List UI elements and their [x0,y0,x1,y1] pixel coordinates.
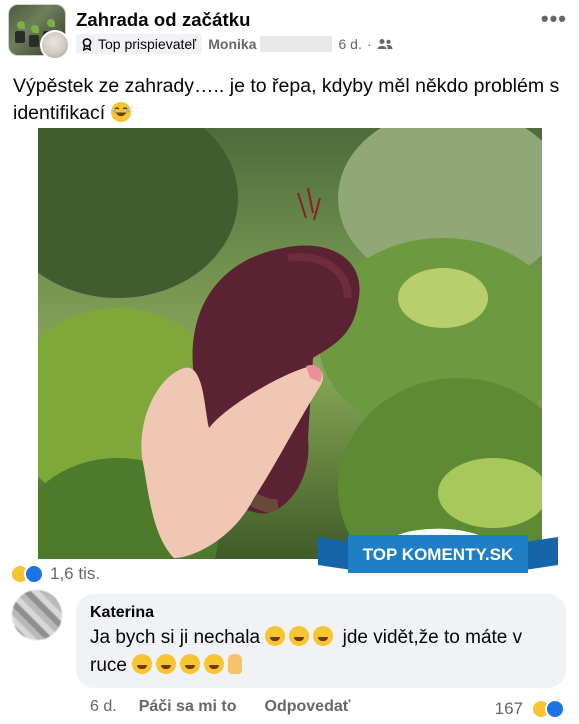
post-meta: Top prispievateľ Monika 6 d. · [76,34,393,54]
watermark-text: TOP KOMENTY.SK [363,545,514,564]
post-time[interactable]: 6 d. [338,36,361,52]
comment-time[interactable]: 6 d. [90,698,117,716]
post-text-main: Výpěstek ze zahrady….. je to řepa, kdyby… [13,75,560,124]
comment-actions: 6 d. Páči sa mi to Odpovedať [90,698,350,716]
like-reaction-icon [24,564,44,584]
author-avatar[interactable] [40,30,70,60]
author-name[interactable]: Monika [208,36,256,52]
rofl-emoji-icon [204,654,225,674]
comment-author[interactable]: Katerina [90,604,552,622]
like-comment-button[interactable]: Páči sa mi to [139,698,237,716]
badge-label: Top prispievateľ [98,36,197,52]
reaction-count: 1,6 tis. [50,564,101,583]
post-text: Výpěstek ze zahrady….. je to řepa, kdyby… [13,73,568,127]
rofl-emoji-icon [289,626,310,646]
post-header: Zahrada od začátku Top prispievateľ Moni… [0,0,579,62]
reply-comment-button[interactable]: Odpovedať [265,698,351,716]
comment-text: Ja bych si ji nechala jde vidět,že to má… [90,624,552,680]
more-options-button[interactable]: ••• [541,6,567,32]
rofl-emoji-icon [156,654,177,674]
separator-dot: · [366,36,372,52]
ok-hand-emoji-icon [228,654,243,674]
redacted-surname [260,36,333,52]
badge-icon [82,38,92,51]
post-photo[interactable] [38,128,542,559]
comment-reactions[interactable]: 167 [495,699,565,719]
comment-bubble: Katerina Ja bych si ji nechala jde vidět… [76,594,566,688]
top-contributor-badge[interactable]: Top prispievateľ [76,34,203,54]
group-name[interactable]: Zahrada od začátku [76,9,251,31]
comment-text-part1: Ja bych si ji nechala [90,627,261,648]
rofl-emoji-icon [265,626,286,646]
rofl-emoji-icon [313,626,334,646]
commenter-avatar[interactable] [12,590,62,640]
comment-reaction-count: 167 [494,699,523,718]
like-reaction-icon [545,699,565,719]
laughing-emoji-icon [110,102,131,122]
reaction-summary[interactable]: 1,6 tis. [10,562,100,586]
rofl-emoji-icon [180,654,201,674]
hand-image [141,364,324,558]
members-icon [377,39,393,49]
rofl-emoji-icon [132,654,153,674]
